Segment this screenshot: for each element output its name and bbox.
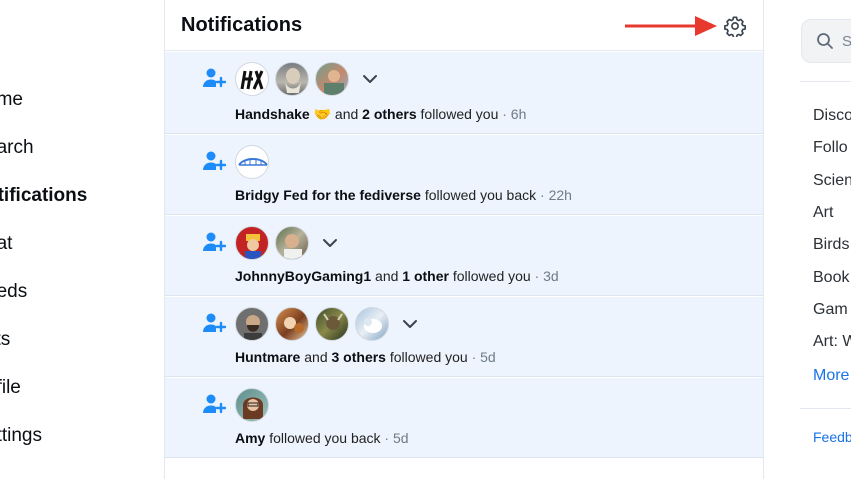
avatar-group — [235, 388, 275, 422]
notification-item[interactable]: Handshake 🤝 and 2 others followed you · … — [165, 52, 763, 134]
avatar-photo — [324, 70, 344, 95]
avatar-group — [235, 62, 381, 96]
bridge-logo — [238, 158, 268, 166]
avatar[interactable] — [275, 226, 309, 260]
chevron-down-icon[interactable] — [359, 68, 381, 90]
avatar-group — [235, 145, 275, 179]
notification-text: Bridgy Fed for the fediverse followed yo… — [235, 187, 572, 203]
person-plus-icon — [203, 394, 226, 414]
avatar-group — [235, 307, 421, 341]
avatar-photo — [323, 313, 343, 330]
action-text: followed you back — [265, 430, 381, 446]
avatar-photo — [244, 315, 262, 340]
more-feeds-link[interactable]: More — [813, 367, 849, 385]
timestamp: · 5d — [467, 349, 496, 365]
feed-link[interactable]: Book — [813, 269, 849, 287]
avatar[interactable] — [235, 388, 269, 422]
gear-icon[interactable] — [724, 15, 746, 37]
timestamp: · 22h — [536, 187, 572, 203]
feed-link[interactable]: Scien — [813, 172, 851, 190]
avatar[interactable] — [355, 307, 389, 341]
search-placeholder: S — [842, 33, 851, 50]
action-text: followed you — [416, 106, 499, 122]
notification-item[interactable]: Bridgy Fed for the fediverse followed yo… — [165, 135, 763, 215]
action-text: followed you back — [420, 187, 537, 203]
avatar[interactable] — [275, 62, 309, 96]
notification-text: Huntmare and 3 others followed you · 5d — [235, 349, 496, 365]
notification-text: Amy followed you back · 5d — [235, 430, 409, 446]
avatar-photo — [285, 68, 301, 93]
avatar[interactable] — [315, 62, 349, 96]
timestamp: · 5d — [380, 430, 409, 446]
timestamp: · 6h — [498, 106, 527, 122]
actor-name[interactable]: Bridgy Fed for the fediverse — [235, 187, 421, 203]
annotation-arrow — [625, 16, 717, 36]
feed-link[interactable]: Art: W — [813, 333, 851, 351]
actor-name[interactable]: Huntmare — [235, 349, 300, 365]
timestamp: · 3d — [530, 268, 559, 284]
avatar-photo — [364, 318, 382, 333]
chevron-down-icon[interactable] — [319, 232, 341, 254]
divider — [800, 408, 851, 409]
avatar[interactable] — [315, 307, 349, 341]
nav-item-search[interactable]: earch — [0, 137, 34, 159]
nav-item-lists[interactable]: sts — [0, 329, 10, 351]
page-title: Notifications — [181, 14, 303, 36]
notification-item[interactable]: Huntmare and 3 others followed you · 5d — [165, 297, 763, 377]
person-plus-icon — [203, 313, 226, 333]
avatar-photo — [284, 234, 302, 259]
nav-item-notifications[interactable]: otifications — [0, 185, 87, 207]
actor-emoji: 🤝 — [313, 106, 332, 122]
avatar-photo — [245, 234, 261, 259]
avatar[interactable] — [235, 145, 269, 179]
notification-item[interactable]: Amy followed you back · 5d — [165, 378, 763, 458]
avatar-group — [235, 226, 341, 260]
others-count[interactable]: 3 others — [332, 349, 386, 365]
action-text: followed you — [448, 268, 531, 284]
actor-name[interactable]: Handshake — [235, 106, 310, 122]
person-plus-icon — [203, 232, 226, 252]
nav-item-profile[interactable]: ofile — [0, 377, 21, 399]
others-count[interactable]: 1 other — [402, 268, 449, 284]
others-count[interactable]: 2 others — [362, 106, 416, 122]
search-input[interactable]: S — [801, 19, 851, 63]
feed-link[interactable]: Art — [813, 204, 833, 222]
left-navigation: ome earch otifications hat eeds sts ofil… — [0, 0, 164, 479]
nav-item-feeds[interactable]: eeds — [0, 281, 27, 303]
connector-text: and — [300, 349, 332, 365]
avatar-photo — [243, 397, 263, 419]
feed-link[interactable]: Gam — [813, 301, 848, 319]
person-plus-icon — [203, 151, 226, 171]
actor-name[interactable]: Amy — [235, 430, 265, 446]
avatar[interactable] — [235, 62, 269, 96]
avatar[interactable] — [275, 307, 309, 341]
notification-item[interactable]: JohnnyBoyGaming1 and 1 other followed yo… — [165, 216, 763, 296]
search-icon — [817, 33, 833, 49]
person-plus-icon — [203, 68, 226, 88]
notifications-column: Notifications Handshake 🤝 and 2 others f… — [164, 0, 764, 479]
feed-link[interactable]: Birds — [813, 236, 849, 254]
notifications-header: Notifications — [165, 0, 763, 51]
divider — [800, 81, 851, 82]
feed-link[interactable]: Follo — [813, 139, 848, 157]
action-text: followed you — [385, 349, 468, 365]
handshake-logo — [240, 70, 264, 90]
feedback-link[interactable]: Feedb — [813, 429, 851, 445]
connector-text: and — [331, 106, 363, 122]
notification-text: JohnnyBoyGaming1 and 1 other followed yo… — [235, 268, 559, 284]
nav-item-home[interactable]: ome — [0, 89, 23, 111]
avatar-photo — [284, 317, 304, 333]
nav-item-settings[interactable]: ettings — [0, 425, 42, 447]
right-sidebar: S Disco Follo Scien Art Birds Book Gam A… — [765, 0, 851, 479]
avatar[interactable] — [235, 226, 269, 260]
chevron-down-icon[interactable] — [399, 313, 421, 335]
connector-text: and — [371, 268, 403, 284]
avatar[interactable] — [235, 307, 269, 341]
nav-item-chat[interactable]: hat — [0, 233, 12, 255]
notification-text: Handshake 🤝 and 2 others followed you · … — [235, 106, 526, 123]
actor-name[interactable]: JohnnyBoyGaming1 — [235, 268, 371, 284]
feed-link[interactable]: Disco — [813, 107, 851, 125]
